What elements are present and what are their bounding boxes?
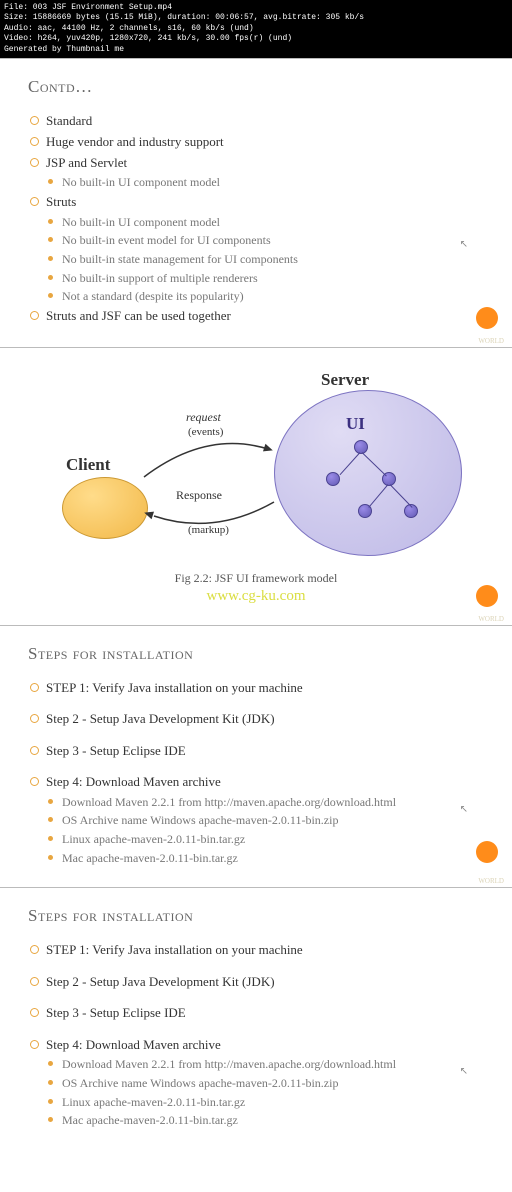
slide-steps-2: Steps for installation STEP 1: Verify Ja… <box>0 887 512 1150</box>
bullet-list: Standard Huge vendor and industry suppor… <box>28 111 484 327</box>
slide-footer: WORLD <box>478 615 504 623</box>
tree-node <box>354 440 368 454</box>
orange-dot-icon <box>476 841 498 863</box>
sub-item: No built-in state management for UI comp… <box>46 250 484 269</box>
step-3: Step 3 - Setup Eclipse IDE <box>28 1003 484 1023</box>
slide-title: Steps for installation <box>28 906 484 926</box>
client-ellipse <box>62 477 148 539</box>
sub-item: OS Archive name Windows apache-maven-2.0… <box>46 811 484 830</box>
slide-contd: Contd… Standard Huge vendor and industry… <box>0 58 512 347</box>
sub-item: Not a standard (despite its popularity) <box>46 287 484 306</box>
meta-generated: Generated by Thumbnail me <box>4 45 508 55</box>
server-label: Server <box>321 370 369 390</box>
tree-node <box>326 472 340 486</box>
slide-footer: WORLD <box>478 877 504 885</box>
step-1: STEP 1: Verify Java installation on your… <box>28 940 484 960</box>
maven-sublist: Download Maven 2.2.1 from http://maven.a… <box>46 793 484 867</box>
slide-diagram: Server Client UI request (events) Respon… <box>0 347 512 625</box>
watermark-text: www.cg-ku.com <box>28 588 484 605</box>
response-arrow <box>144 498 284 548</box>
step-2: Step 2 - Setup Java Development Kit (JDK… <box>28 709 484 729</box>
meta-size: Size: 15886669 bytes (15.15 MiB), durati… <box>4 13 508 23</box>
orange-dot-icon <box>476 585 498 607</box>
bullet-standard: Standard <box>28 111 484 132</box>
client-label: Client <box>66 455 110 475</box>
meta-file: File: 003 JSF Environment Setup.mp4 <box>4 3 508 13</box>
request-label: request <box>186 410 221 425</box>
steps-list: STEP 1: Verify Java installation on your… <box>28 940 484 1130</box>
ui-label: UI <box>346 414 365 434</box>
figure-caption: Fig 2.2: JSF UI framework model <box>28 571 484 586</box>
jsf-diagram: Server Client UI request (events) Respon… <box>36 370 476 565</box>
bullet-struts: Struts <box>28 192 484 213</box>
sub-item: Download Maven 2.2.1 from http://maven.a… <box>46 1055 484 1074</box>
slide-title: Contd… <box>28 77 484 97</box>
request-arrow <box>136 425 281 485</box>
slide-footer: WORLD <box>478 337 504 345</box>
sub-item: Mac apache-maven-2.0.11-bin.tar.gz <box>46 849 484 868</box>
bullet-vendor: Huge vendor and industry support <box>28 132 484 153</box>
step-4: Step 4: Download Maven archive <box>28 772 484 793</box>
bullet-jsp: JSP and Servlet <box>28 153 484 174</box>
orange-dot-icon <box>476 307 498 329</box>
video-metadata-header: File: 003 JSF Environment Setup.mp4 Size… <box>0 0 512 58</box>
meta-audio: Audio: aac, 44100 Hz, 2 channels, s16, 6… <box>4 24 508 34</box>
slide-title: Steps for installation <box>28 644 484 664</box>
cursor-icon: ↖ <box>460 239 468 250</box>
step-4: Step 4: Download Maven archive <box>28 1035 484 1056</box>
sub-item: Download Maven 2.2.1 from http://maven.a… <box>46 793 484 812</box>
step-2: Step 2 - Setup Java Development Kit (JDK… <box>28 972 484 992</box>
sub-item: No built-in event model for UI component… <box>46 231 484 250</box>
sub-item: OS Archive name Windows apache-maven-2.0… <box>46 1074 484 1093</box>
sub-item: No built-in UI component model <box>46 173 484 192</box>
sub-item: Linux apache-maven-2.0.11-bin.tar.gz <box>46 1093 484 1112</box>
maven-sublist: Download Maven 2.2.1 from http://maven.a… <box>46 1055 484 1129</box>
slide-steps-1: Steps for installation STEP 1: Verify Ja… <box>0 625 512 888</box>
cursor-icon: ↖ <box>460 804 468 815</box>
meta-video: Video: h264, yuv420p, 1280x720, 241 kb/s… <box>4 34 508 44</box>
sub-item: No built-in support of multiple renderer… <box>46 269 484 288</box>
steps-list: STEP 1: Verify Java installation on your… <box>28 678 484 868</box>
sub-item: Mac apache-maven-2.0.11-bin.tar.gz <box>46 1111 484 1130</box>
sub-item: Linux apache-maven-2.0.11-bin.tar.gz <box>46 830 484 849</box>
bullet-together: Struts and JSF can be used together <box>28 306 484 327</box>
server-ellipse <box>274 390 462 556</box>
cursor-icon: ↖ <box>460 1066 468 1077</box>
jsp-sublist: No built-in UI component model <box>46 173 484 192</box>
struts-sublist: No built-in UI component model No built-… <box>46 213 484 306</box>
sub-item: No built-in UI component model <box>46 213 484 232</box>
step-1: STEP 1: Verify Java installation on your… <box>28 678 484 698</box>
step-3: Step 3 - Setup Eclipse IDE <box>28 741 484 761</box>
